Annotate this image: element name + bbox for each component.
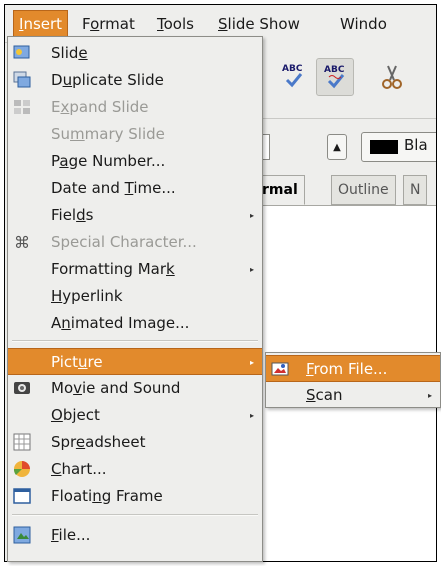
menu-separator [12, 340, 258, 342]
tab-outline[interactable]: Outline [331, 175, 396, 205]
menu-window-label: Windo [340, 15, 387, 33]
insert-menu-item-picture[interactable]: Picture ▸ [8, 348, 262, 375]
insert-menu-item-animated-image[interactable]: Animated Image... [8, 310, 262, 337]
spreadsheet-icon [13, 433, 31, 451]
insert-menu-item-label: Formatting Mark [51, 260, 175, 278]
menu-slide-show-label: Slide Show [218, 15, 300, 33]
insert-menu-item-label: Slide [51, 44, 88, 62]
autospellcheck-button[interactable]: ABC [316, 58, 354, 96]
view-tabs: rmal Outline N [255, 173, 436, 205]
insert-menu-item-summary-slide: Summary Slide [8, 121, 262, 148]
svg-text:⌘: ⌘ [14, 233, 30, 251]
menu-separator [12, 514, 258, 516]
insert-menu-item-duplicate-slide[interactable]: Duplicate Slide [8, 67, 262, 94]
insert-menu-item-page-number[interactable]: Page Number... [8, 148, 262, 175]
slide-icon [13, 44, 31, 62]
insert-menu-item-label: Hyperlink [51, 287, 123, 305]
picture-submenu: From File... Scan ▸ [265, 352, 441, 408]
submenu-arrow-icon: ▸ [249, 211, 254, 220]
formatting-row: ▲ Bla [255, 130, 436, 164]
picture-submenu-item-scan[interactable]: Scan ▸ [266, 382, 440, 409]
submenu-arrow-icon: ▸ [427, 391, 432, 400]
special-character-icon: ⌘ [13, 233, 31, 252]
picture-submenu-item-label: Scan [306, 386, 343, 404]
spellcheck-icon [285, 73, 303, 88]
duplicate-slide-icon [13, 71, 31, 89]
insert-menu-item-file[interactable]: File... [8, 522, 262, 549]
from-file-icon [271, 360, 289, 378]
menu-tools[interactable]: Tools [153, 11, 198, 37]
tab-notes-label: N [410, 182, 421, 198]
menu-format[interactable]: Format [78, 11, 139, 37]
insert-menu-item-fields[interactable]: Fields ▸ [8, 202, 262, 229]
insert-menu-item-label: Date and Time... [51, 179, 176, 197]
insert-menu-item-label: Summary Slide [51, 125, 165, 143]
insert-menu-item-label: Page Number... [51, 152, 166, 170]
submenu-arrow-icon: ▸ [249, 411, 254, 420]
insert-menu-item-spreadsheet[interactable]: Spreadsheet [8, 429, 262, 456]
expand-slide-icon [13, 98, 31, 116]
insert-menu-item-label: Expand Slide [51, 98, 149, 116]
insert-menu-item-expand-slide: Expand Slide [8, 94, 262, 121]
menu-tools-label: Tools [157, 15, 194, 33]
submenu-arrow-icon: ▸ [249, 265, 254, 274]
insert-menu-item-label: Special Character... [51, 233, 197, 251]
cut-button[interactable] [373, 58, 411, 96]
tab-outline-label: Outline [338, 182, 389, 198]
file-icon [13, 526, 31, 544]
tab-normal-label: rmal [262, 182, 298, 198]
insert-menu-item-label: Chart... [51, 460, 107, 478]
insert-menu-item-label: Picture [51, 353, 103, 371]
tab-notes[interactable]: N [403, 175, 428, 205]
insert-menu-item-label: Object [51, 406, 100, 424]
menu-insert[interactable]: Insert [13, 10, 69, 38]
menu-window[interactable]: Windo [336, 11, 391, 37]
picture-submenu-item-label: From File... [306, 360, 388, 378]
insert-menu-item-date-and-time[interactable]: Date and Time... [8, 175, 262, 202]
insert-menu-item-formatting-mark[interactable]: Formatting Mark ▸ [8, 256, 262, 283]
floating-frame-icon [13, 487, 31, 505]
insert-menu-item-label: Spreadsheet [51, 433, 146, 451]
insert-menu-item-label: Duplicate Slide [51, 71, 164, 89]
font-color-label: Bla [404, 136, 428, 154]
spellcheck-button[interactable]: ABC [275, 58, 313, 96]
insert-menu-item-label: Fields [51, 206, 94, 224]
menu-insert-label: Insert [19, 15, 63, 33]
insert-menu-item-label: Floating Frame [51, 487, 163, 505]
insert-menu-item-label: Animated Image... [51, 314, 190, 332]
autospellcheck-icon [327, 74, 345, 89]
picture-submenu-item-from-file[interactable]: From File... [266, 355, 440, 382]
insert-menu-item-label: File... [51, 526, 91, 544]
spin-arrows-icon: ▲ [333, 141, 341, 153]
chart-icon [13, 460, 31, 478]
insert-menu-item-chart[interactable]: Chart... [8, 456, 262, 483]
font-color-dropdown[interactable]: Bla [361, 132, 436, 162]
spin-button[interactable]: ▲ [327, 134, 347, 160]
insert-menu-item-floating-frame[interactable]: Floating Frame [8, 483, 262, 510]
insert-menu: Slide Duplicate Slide Expand Slide Summary … [7, 36, 263, 562]
insert-menu-item-special-character: ⌘ Special Character... [8, 229, 262, 256]
submenu-arrow-icon: ▸ [249, 358, 254, 367]
menu-slide-show[interactable]: Slide Show [214, 11, 304, 37]
menu-format-label: Format [82, 15, 135, 33]
scissors-icon [382, 65, 402, 89]
standard-toolbar: ABC ABC [255, 42, 436, 119]
insert-menu-item-label: Movie and Sound [51, 379, 181, 397]
color-swatch [370, 140, 398, 154]
movie-sound-icon [13, 379, 31, 397]
insert-menu-item-slide[interactable]: Slide [8, 40, 262, 67]
insert-menu-item-object[interactable]: Object ▸ [8, 402, 262, 429]
insert-menu-item-hyperlink[interactable]: Hyperlink [8, 283, 262, 310]
insert-menu-item-movie-and-sound[interactable]: Movie and Sound [8, 375, 262, 402]
